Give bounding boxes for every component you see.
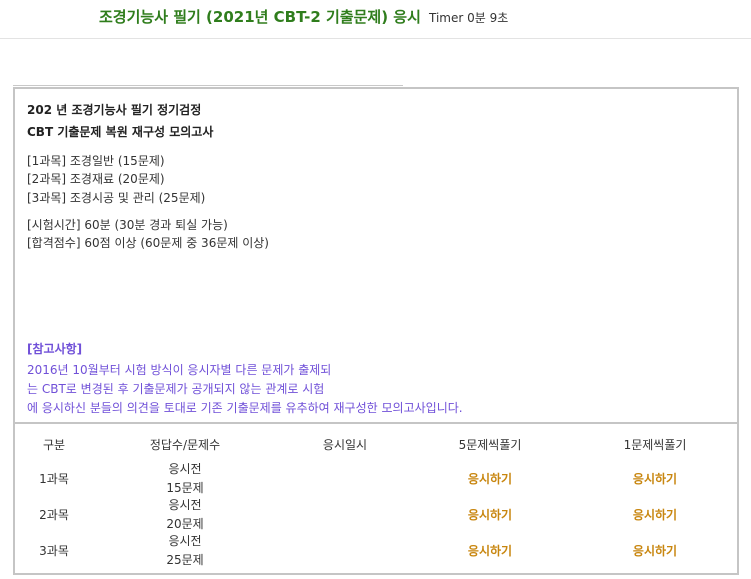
pass-score: [합격점수] 60점 이상 (60문제 중 36문제 이상) [27,236,269,250]
column-header: 응시일시 [322,438,368,452]
notice-line: 는 CBT로 변경된 후 기출문제가 공개되지 않는 관계로 시험 [27,382,325,396]
page-title: 조경기능사 필기 (2021년 CBT-2 기출문제) 응시 [99,8,421,26]
page-header: 조경기능사 필기 (2021년 CBT-2 기출문제) 응시 Timer 0분 … [0,0,751,39]
row-count: 25문제 [166,553,204,567]
exam-info: 202 년 조경기능사 필기 정기검정 CBT 기출문제 복원 재구성 모의고사… [15,89,737,424]
row-subject: 3과목 [39,544,69,558]
row-subject: 1과목 [39,472,69,486]
subject-line: [2과목] 조경재료 (20문제) [27,172,165,186]
exam-timer: Timer 0분 9초 [429,11,509,25]
row-status: 응시전 [168,462,202,476]
divider [13,85,403,86]
subject-line: [3과목] 조경시공 및 관리 (25문제) [27,191,206,205]
row-status: 응시전 [168,498,202,512]
subject-table: 구분 정답수/문제수 응시일시 5문제씩풀기 1문제씩풀기 1과목 응시전 15… [15,424,737,573]
exam-panel: 202 년 조경기능사 필기 정기검정 CBT 기출문제 복원 재구성 모의고사… [13,87,739,575]
start-one-button[interactable]: 응시하기 [605,470,705,487]
start-five-button[interactable]: 응시하기 [435,470,545,487]
row-subject: 2과목 [39,508,69,522]
row-status: 응시전 [168,534,202,548]
notice-title: [참고사항] [27,342,83,356]
row-count: 15문제 [166,481,204,495]
exam-subheading: CBT 기출문제 복원 재구성 모의고사 [27,125,214,139]
column-header: 정답수/문제수 [149,438,221,452]
column-header: 1문제씩풀기 [623,438,687,452]
start-five-button[interactable]: 응시하기 [435,506,545,523]
exam-time: [시험시간] 60분 (30분 경과 퇴실 가능) [27,218,228,232]
column-header: 5문제씩풀기 [458,438,522,452]
exam-heading: 202 년 조경기능사 필기 정기검정 [27,103,202,117]
notice-line: 에 응시하신 분들의 의견을 토대로 기존 기출문제를 유추하여 재구성한 모의… [27,401,463,415]
start-one-button[interactable]: 응시하기 [605,542,705,559]
notice-line: 2016년 10월부터 시험 방식이 응시자별 다른 문제가 출제되 [27,363,332,377]
row-count: 20문제 [166,517,204,531]
start-five-button[interactable]: 응시하기 [435,542,545,559]
column-header: 구분 [42,438,66,452]
subject-line: [1과목] 조경일반 (15문제) [27,154,165,168]
start-one-button[interactable]: 응시하기 [605,506,705,523]
